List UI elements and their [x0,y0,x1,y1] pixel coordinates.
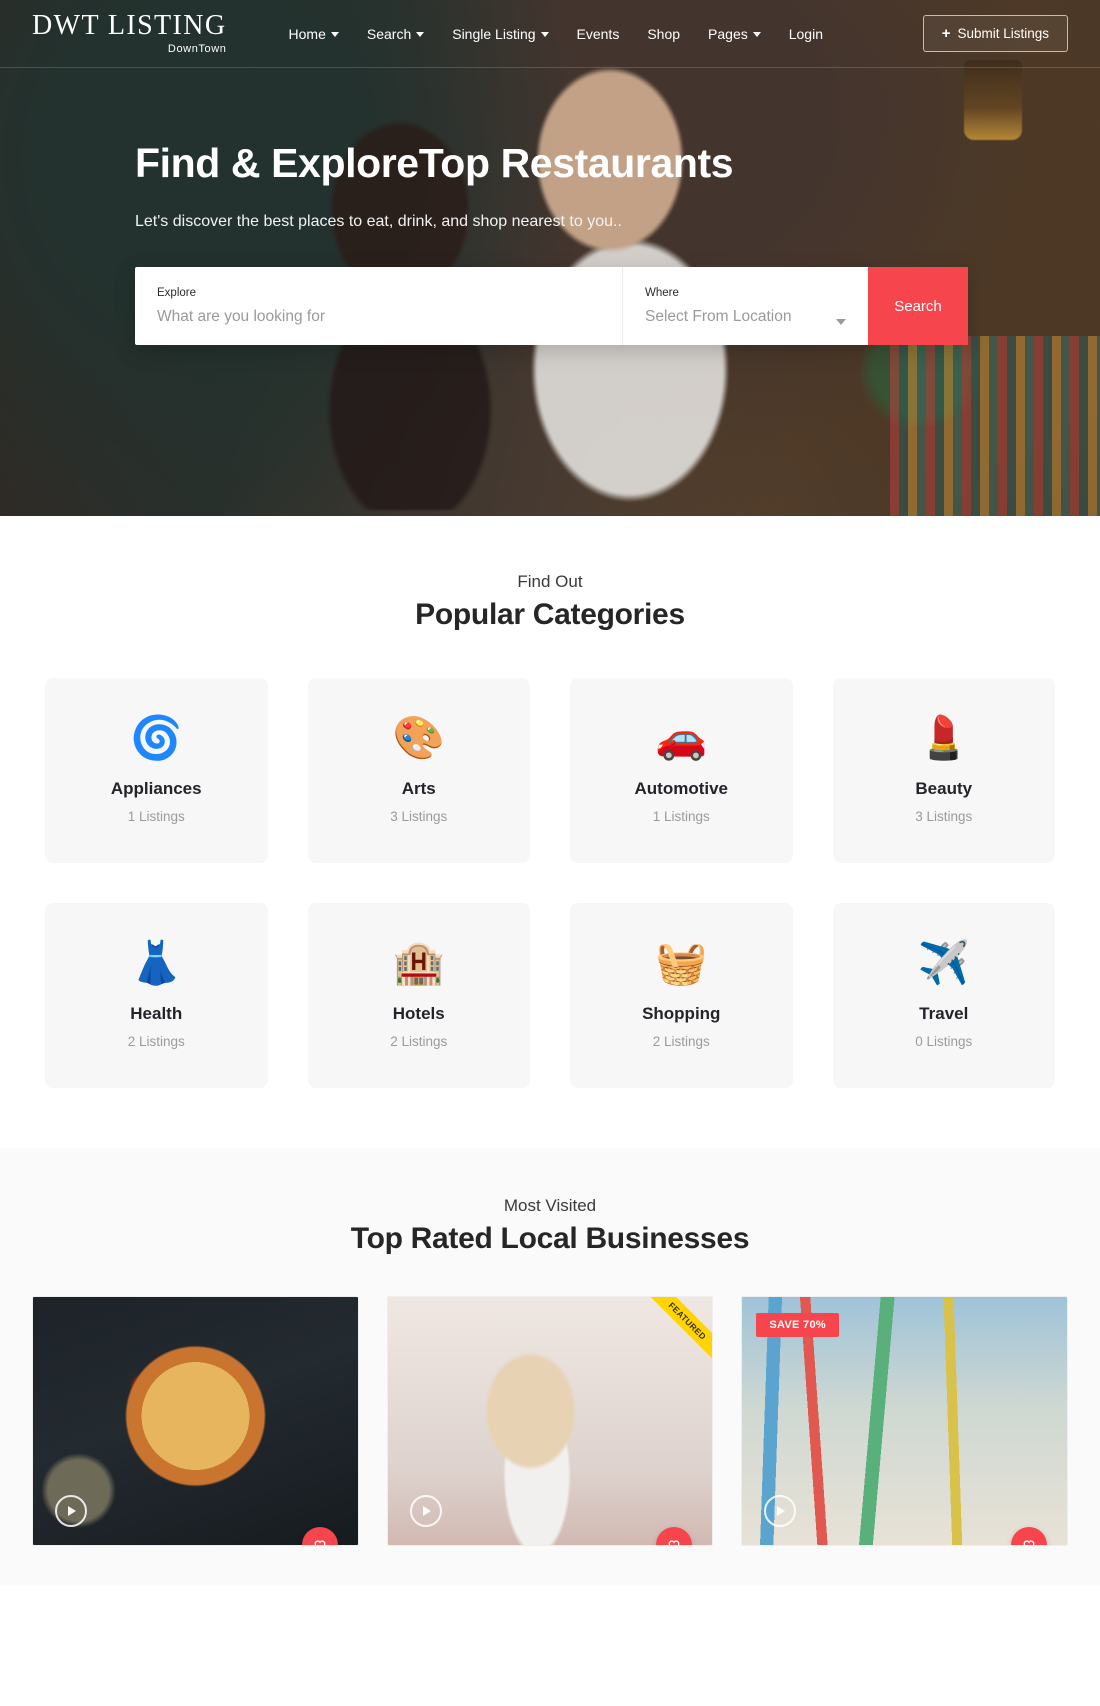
category-name: Beauty [915,779,973,798]
nav-item-label: Search [366,25,412,42]
car-icon: 🚗 [655,714,708,761]
hero-banner: DWT LISTING DownTown Home Search Single … [0,0,1100,516]
play-icon[interactable] [55,1495,87,1528]
where-select-value[interactable]: Select From Location [645,308,846,326]
listing-body: Pizza Union Spitalfi... 2 Reviews | Rest… [33,1545,358,1546]
favorite-heart-icon[interactable] [656,1527,693,1546]
listing-card-off-price-fashion[interactable]: FEATURED Off Price Fashion Ou... 2 Revie… [386,1296,714,1547]
hotel-icon: 🏨 [392,939,445,986]
where-field[interactable]: Where Select From Location [623,267,868,345]
chevron-down-icon [540,32,549,37]
category-card-health[interactable]: 👗 Health 2 Listings [45,903,268,1088]
category-count: 2 Listings [652,1034,710,1049]
featured-badge-label: FEATURED [645,1297,713,1364]
explore-input[interactable]: What are you looking for [157,308,600,326]
chevron-down-icon [330,32,339,37]
category-card-automotive[interactable]: 🚗 Automotive 1 Listings [570,678,793,863]
listing-image[interactable]: SAVE 70% [742,1297,1067,1546]
logo-title: DWT LISTING [32,10,227,41]
listing-body: Art Kolor Fine Art 3 Reviews | Arts | Cl… [742,1545,1067,1546]
category-name: Hotels [392,1004,445,1023]
category-count: 2 Listings [390,1034,448,1049]
listing-image[interactable]: FEATURED [387,1297,713,1546]
listing-card-pizza-union[interactable]: Pizza Union Spitalfi... 2 Reviews | Rest… [32,1296,359,1547]
hero-content: Find & ExploreTop Restaurants Let's disc… [0,68,1100,345]
airplane-icon: ✈️ [917,939,970,986]
categories-kicker: Find Out [517,572,583,591]
palette-icon: 🎨 [392,714,445,761]
favorite-heart-icon[interactable] [301,1527,338,1546]
category-card-beauty[interactable]: 💄 Beauty 3 Listings [832,678,1055,863]
popular-categories-section: Find Out Popular Categories 🌀 Appliances… [0,516,1100,1088]
category-name: Automotive [634,779,729,798]
chevron-down-icon [836,319,846,325]
nav-item-shop[interactable]: Shop [647,26,680,42]
fan-icon: 🌀 [130,714,183,761]
nav-item-label: Events [576,25,620,42]
nav-item-label: Pages [708,25,748,42]
nav-item-pages[interactable]: Pages [708,26,761,42]
businesses-grid: Pizza Union Spitalfi... 2 Reviews | Rest… [32,1296,1068,1547]
businesses-kicker: Most Visited [503,1196,597,1215]
logo-subtitle: DownTown [167,43,227,55]
hero-title: Find & ExploreTop Restaurants [135,140,734,186]
businesses-title: Top Rated Local Businesses [350,1222,750,1255]
category-count: 3 Listings [390,809,448,824]
category-card-appliances[interactable]: 🌀 Appliances 1 Listings [45,678,268,863]
play-icon[interactable] [764,1495,797,1528]
page-root: DWT LISTING DownTown Home Search Single … [0,0,1100,1587]
favorite-heart-icon[interactable] [1010,1527,1047,1546]
category-count: 2 Listings [127,1034,185,1049]
listing-image[interactable] [33,1297,358,1546]
submit-listings-label: Submit Listings [957,26,1049,41]
chevron-down-icon [416,32,425,37]
nav-item-label: Single Listing [452,25,536,42]
play-icon[interactable] [409,1495,442,1528]
category-count: 3 Listings [915,809,973,824]
category-count: 0 Listings [915,1034,973,1049]
nav-item-label: Shop [647,25,681,42]
search-button[interactable]: Search [868,267,968,345]
chevron-down-icon [752,32,761,37]
explore-label: Explore [157,286,196,299]
hero-background-fence [890,336,1100,516]
search-bar: Explore What are you looking for Where S… [135,267,968,345]
site-logo[interactable]: DWT LISTING DownTown [32,10,227,56]
category-card-shopping[interactable]: 🧺 Shopping 2 Listings [570,903,793,1088]
shopping-basket-icon: 🧺 [655,939,708,986]
category-count: 1 Listings [652,809,710,824]
discount-badge: SAVE 70% [756,1313,839,1337]
listing-body: Off Price Fashion Ou... 2 Reviews | Shop… [388,1545,713,1546]
categories-title: Popular Categories [415,598,685,631]
nav-item-single-listing[interactable]: Single Listing [452,25,549,42]
lipstick-icon: 💄 [917,714,970,761]
category-name: Arts [401,779,436,798]
category-card-arts[interactable]: 🎨 Arts 3 Listings [307,678,530,863]
nav-item-home[interactable]: Home [289,26,339,42]
hero-subtitle: Let's discover the best places to eat, d… [135,213,622,230]
where-label: Where [645,286,679,299]
top-rated-businesses-section: Most Visited Top Rated Local Businesses … [0,1148,1100,1587]
nav-item-label: Login [788,25,823,42]
listing-card-art-kolor[interactable]: SAVE 70% Art Kolor Fine Art 3 Reviews | … [741,1296,1068,1547]
category-name: Travel [919,1004,969,1023]
submit-listings-button[interactable]: + Submit Listings [922,15,1068,52]
dress-icon: 👗 [130,939,183,986]
category-name: Health [130,1004,183,1023]
nav-item-events[interactable]: Events [577,26,620,42]
category-card-travel[interactable]: ✈️ Travel 0 Listings [832,903,1055,1088]
main-navigation: DWT LISTING DownTown Home Search Single … [0,0,1100,68]
nav-links: Home Search Single Listing Events Shop P… [289,26,823,42]
featured-badge: FEATURED [634,1297,713,1375]
category-name: Shopping [642,1004,721,1023]
category-card-hotels[interactable]: 🏨 Hotels 2 Listings [307,903,530,1088]
category-count: 1 Listings [127,809,185,824]
nav-item-login[interactable]: Login [789,26,823,42]
nav-item-label: Home [288,25,326,42]
categories-grid: 🌀 Appliances 1 Listings 🎨 Arts 3 Listing… [45,678,1055,1088]
explore-field[interactable]: Explore What are you looking for [135,267,623,345]
category-name: Appliances [110,779,202,798]
plus-icon: + [941,25,951,42]
nav-item-search[interactable]: Search [366,25,425,42]
